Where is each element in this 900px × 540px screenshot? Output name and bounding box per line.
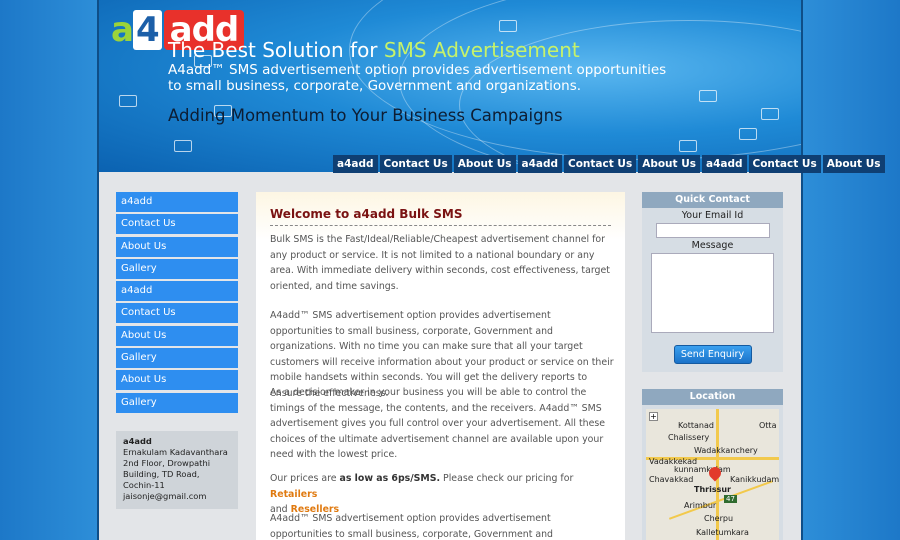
- sidebar-item-gallery[interactable]: Gallery: [116, 392, 238, 413]
- map-place-label: Kanikkudam: [730, 475, 779, 484]
- location-panel: Location + Kottanad Otta Chalissery Wada…: [642, 389, 783, 540]
- topnav-contact-us[interactable]: Contact Us: [379, 155, 452, 173]
- sidebar-item-gallery[interactable]: Gallery: [116, 348, 238, 369]
- topnav-a4add[interactable]: a4add: [517, 155, 563, 173]
- map-place-label: Arimbur: [684, 501, 717, 510]
- envelope-icon: [699, 90, 717, 102]
- hero-title-highlight: SMS Advertisement: [383, 38, 580, 62]
- map-place-label: Cherpu: [704, 514, 734, 523]
- sidebar-item-about-us[interactable]: About Us: [116, 325, 238, 346]
- map-place-label: Chavakkad: [649, 475, 694, 484]
- topnav-about-us[interactable]: About Us: [822, 155, 885, 173]
- sidebar-item-contact-us[interactable]: Contact Us: [116, 214, 238, 235]
- paragraph-offer-repeat: A4add™ SMS advertisement option provides…: [270, 513, 553, 540]
- hero-title-text: The Best Solution for: [168, 38, 384, 62]
- sidebar-menu: a4add Contact Us About Us Gallery a4add …: [116, 192, 238, 415]
- address-line: Ernakulam Kadavanthara: [123, 447, 228, 457]
- envelope-icon: [761, 108, 779, 120]
- sidebar-item-about-us[interactable]: About Us: [116, 370, 238, 391]
- welcome-heading: Welcome to a4add Bulk SMS: [270, 207, 611, 226]
- address-line: 2nd Floor, Drowpathi: [123, 458, 211, 468]
- hero-subtitle: A4add™ SMS advertisement option provides…: [168, 62, 667, 94]
- map-place-label: Chalissery: [668, 433, 710, 442]
- message-label: Message: [691, 240, 734, 251]
- topnav-about-us[interactable]: About Us: [638, 155, 700, 173]
- background-right: [803, 0, 900, 540]
- topnav-contact-us[interactable]: Contact Us: [564, 155, 637, 173]
- topnav-about-us[interactable]: About Us: [453, 155, 516, 173]
- sidebar-item-a4add[interactable]: a4add: [116, 192, 238, 212]
- quick-contact-panel: Quick Contact Your Email Id Message Send…: [642, 192, 783, 372]
- location-title: Location: [642, 389, 783, 405]
- email-field[interactable]: [655, 223, 770, 238]
- paragraph-intro: Bulk SMS is the Fast/Ideal/Reliable/Chea…: [270, 234, 610, 292]
- map-place-label: Kottanad: [678, 421, 714, 430]
- map-place-label: Thrissur: [694, 485, 732, 494]
- email-label: Your Email Id: [681, 210, 744, 221]
- map-place-label: Otta: [759, 421, 777, 430]
- top-navigation: a4add Contact Us About Us a4add Contact …: [333, 155, 887, 173]
- envelope-icon: [499, 20, 517, 32]
- address-line: Cochin-11: [123, 480, 165, 490]
- hero-title: The Best Solution for SMS Advertisement: [168, 38, 580, 62]
- pricing-text: Our prices are: [270, 473, 340, 484]
- pricing-text: Please check our pricing for: [440, 473, 574, 484]
- map-zoom-in-icon[interactable]: +: [649, 412, 658, 421]
- retailers-link[interactable]: Retailers: [270, 489, 317, 500]
- address-email[interactable]: jaisonje@gmail.com: [123, 491, 231, 502]
- topnav-a4add[interactable]: a4add: [333, 155, 378, 173]
- envelope-icon: [679, 140, 697, 152]
- sidebar-item-gallery[interactable]: Gallery: [116, 258, 238, 279]
- paragraph-control: As a decision maker in your business you…: [270, 387, 606, 460]
- hero-tagline: Adding Momentum to Your Business Campaig…: [168, 106, 563, 125]
- highway-shield-icon: 47: [724, 495, 737, 503]
- address-name: a4add: [123, 436, 152, 446]
- quick-contact-title: Quick Contact: [642, 192, 783, 208]
- map-place-label: Kalletumkara: [696, 528, 749, 537]
- logo-part-4: 4: [132, 10, 162, 50]
- pricing-highlight: as low as 6ps/SMS.: [339, 473, 441, 484]
- sidebar-item-a4add[interactable]: a4add: [116, 281, 238, 302]
- main-content: Welcome to a4add Bulk SMS Bulk SMS is th…: [256, 192, 625, 540]
- topnav-contact-us[interactable]: Contact Us: [748, 155, 821, 173]
- sidebar-item-contact-us[interactable]: Contact Us: [116, 303, 238, 324]
- logo-part-a: a: [111, 10, 134, 50]
- address-line: Building, TD Road,: [123, 469, 200, 479]
- map-place-label: Wadakkanchery: [694, 446, 758, 455]
- address-box: a4add Ernakulam Kadavanthara 2nd Floor, …: [116, 431, 238, 509]
- map-place-label: kunnamkulam: [674, 465, 731, 474]
- send-enquiry-button[interactable]: Send Enquiry: [673, 345, 752, 364]
- envelope-icon: [174, 140, 192, 152]
- location-map[interactable]: + Kottanad Otta Chalissery Wadakkanchery…: [646, 409, 779, 540]
- topnav-a4add[interactable]: a4add: [702, 155, 747, 173]
- message-field[interactable]: [651, 253, 774, 333]
- envelope-icon: [739, 128, 757, 140]
- sidebar-item-about-us[interactable]: About Us: [116, 236, 238, 257]
- envelope-icon: [119, 95, 137, 107]
- background-left: [0, 0, 97, 540]
